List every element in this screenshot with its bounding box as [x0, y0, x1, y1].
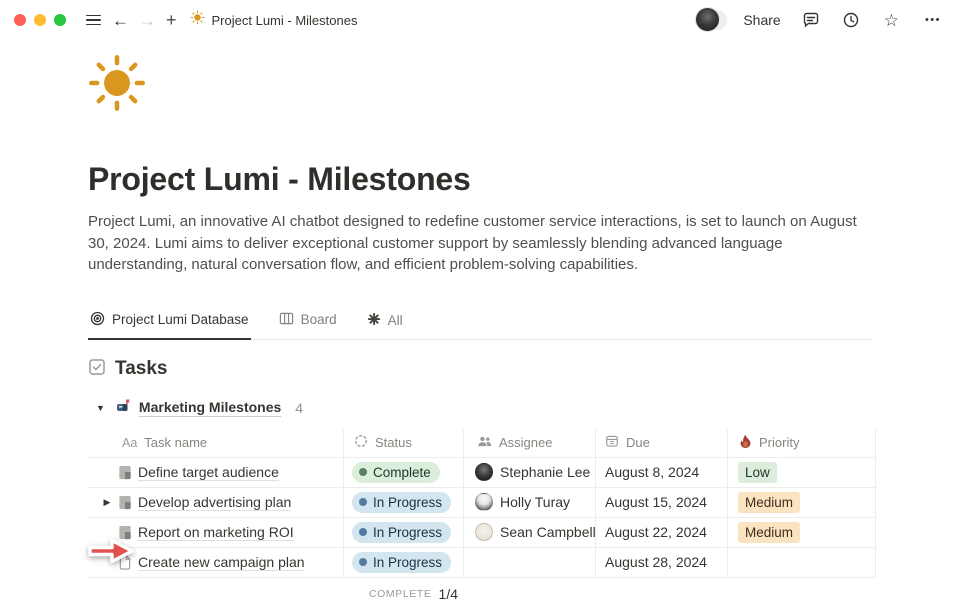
history-clock-icon[interactable] [839, 8, 863, 32]
due-cell[interactable]: August 28, 2024 [596, 548, 728, 577]
comments-icon[interactable] [799, 8, 823, 32]
status-calculation[interactable]: COMPLETE 1/4 [344, 578, 464, 600]
status-spinner-icon [354, 434, 368, 451]
column-label: Status [375, 435, 412, 450]
group-row-marketing-milestones: ▼ Marketing Milestones 4 [88, 398, 872, 419]
page-icon [118, 525, 138, 540]
column-header-due[interactable]: Due [596, 429, 728, 457]
assignee-cell[interactable]: Stephanie Lee [464, 458, 596, 487]
status-cell[interactable]: In Progress [344, 488, 464, 517]
close-window-button[interactable] [14, 14, 26, 26]
assignee-cell[interactable]: Holly Turay [464, 488, 596, 517]
forward-button[interactable]: → [134, 10, 161, 31]
due-cell[interactable]: August 22, 2024 [596, 518, 728, 547]
priority-badge: Medium [738, 522, 800, 543]
page-icon-sun[interactable] [88, 54, 872, 117]
database-target-icon [90, 311, 105, 329]
calc-label: COMPLETE [369, 588, 432, 600]
column-label: Task name [144, 435, 207, 450]
status-badge: In Progress [352, 522, 451, 543]
table-row[interactable]: Create new campaign plan In Progress Aug… [88, 548, 876, 578]
share-button[interactable]: Share [741, 9, 782, 31]
column-header-task-name[interactable]: Aa Task name [88, 429, 344, 457]
priority-badge: Medium [738, 492, 800, 513]
assignee-avatar [475, 493, 493, 511]
priority-badge: Low [738, 462, 777, 483]
priority-cell[interactable] [728, 548, 876, 577]
group-name[interactable]: Marketing Milestones [139, 399, 281, 417]
calc-value: 1/4 [439, 586, 458, 600]
column-label: Assignee [499, 435, 552, 450]
checkbox-icon [88, 358, 106, 381]
asterisk-icon [367, 312, 381, 329]
column-label: Due [626, 435, 650, 450]
tab-project-lumi-database[interactable]: Project Lumi Database [88, 306, 251, 340]
user-avatar[interactable] [695, 7, 725, 33]
assignee-cell[interactable]: Sean Campbell [464, 518, 596, 547]
row-expand-toggle-icon[interactable]: ▶ [102, 495, 113, 510]
tasks-heading-label: Tasks [115, 358, 167, 380]
status-cell[interactable]: In Progress [344, 548, 464, 577]
board-icon [279, 311, 294, 329]
view-tabs: Project Lumi Database Board [88, 306, 872, 340]
status-badge: In Progress [352, 552, 451, 573]
status-cell[interactable]: In Progress [344, 518, 464, 547]
group-toggle-icon[interactable]: ▼ [94, 401, 107, 415]
task-title[interactable]: Create new campaign plan [138, 554, 305, 571]
zoom-window-button[interactable] [54, 14, 66, 26]
new-page-button[interactable]: + [161, 9, 182, 31]
assignee-avatar [475, 523, 493, 541]
sidebar-menu-icon[interactable] [80, 11, 107, 30]
tab-label: Board [301, 312, 337, 327]
priority-cell[interactable]: Low [728, 458, 876, 487]
more-options-icon[interactable]: ••• [920, 13, 946, 28]
assignee-cell[interactable] [464, 548, 596, 577]
titlebar-page-title: Project Lumi - Milestones [212, 13, 358, 28]
mailbox-icon [115, 398, 131, 419]
column-header-assignee[interactable]: Assignee [464, 429, 596, 457]
people-icon [477, 435, 492, 451]
column-label: Priority [759, 435, 799, 450]
favorite-star-icon[interactable]: ☆ [879, 10, 904, 31]
back-button[interactable]: ← [107, 10, 134, 31]
priority-cell[interactable]: Medium [728, 488, 876, 517]
text-property-icon: Aa [122, 436, 137, 450]
column-header-priority[interactable]: Priority [728, 429, 876, 457]
tab-all[interactable]: All [365, 307, 405, 340]
group-count: 4 [295, 400, 303, 416]
flame-icon [739, 434, 752, 451]
due-cell[interactable]: August 8, 2024 [596, 458, 728, 487]
tab-board[interactable]: Board [277, 306, 339, 340]
tasks-table: Aa Task name Status [88, 429, 876, 600]
task-title[interactable]: Develop advertising plan [138, 494, 291, 511]
page-icon [118, 495, 138, 510]
breadcrumb[interactable]: Project Lumi - Milestones [190, 10, 358, 30]
table-row[interactable]: Report on marketing ROI In Progress Sean… [88, 518, 876, 548]
task-title[interactable]: Report on marketing ROI [138, 524, 294, 541]
page-title: Project Lumi - Milestones [88, 161, 872, 198]
task-title[interactable]: Define target audience [138, 464, 279, 481]
empty-page-icon [118, 555, 138, 570]
sun-icon [190, 10, 205, 30]
tab-label: Project Lumi Database [112, 312, 249, 327]
column-header-status[interactable]: Status [344, 429, 464, 457]
priority-cell[interactable]: Medium [728, 518, 876, 547]
status-badge: Complete [352, 462, 440, 483]
minimize-window-button[interactable] [34, 14, 46, 26]
table-row[interactable]: Define target audience Complete Stephani… [88, 458, 876, 488]
assignee-avatar [475, 463, 493, 481]
status-cell[interactable]: Complete [344, 458, 464, 487]
page-description: Project Lumi, an innovative AI chatbot d… [88, 211, 872, 276]
calendar-icon [605, 434, 619, 451]
due-cell[interactable]: August 15, 2024 [596, 488, 728, 517]
titlebar: ← → + Proj [0, 0, 960, 40]
table-footer-row: COMPLETE 1/4 [88, 578, 876, 600]
table-row[interactable]: ▶ Develop advertising plan In Progress H… [88, 488, 876, 518]
tab-label: All [388, 313, 403, 328]
window-controls [14, 14, 66, 26]
tasks-section-heading: Tasks [88, 358, 872, 381]
status-badge: In Progress [352, 492, 451, 513]
page-icon [118, 465, 138, 480]
table-header-row: Aa Task name Status [88, 429, 876, 458]
